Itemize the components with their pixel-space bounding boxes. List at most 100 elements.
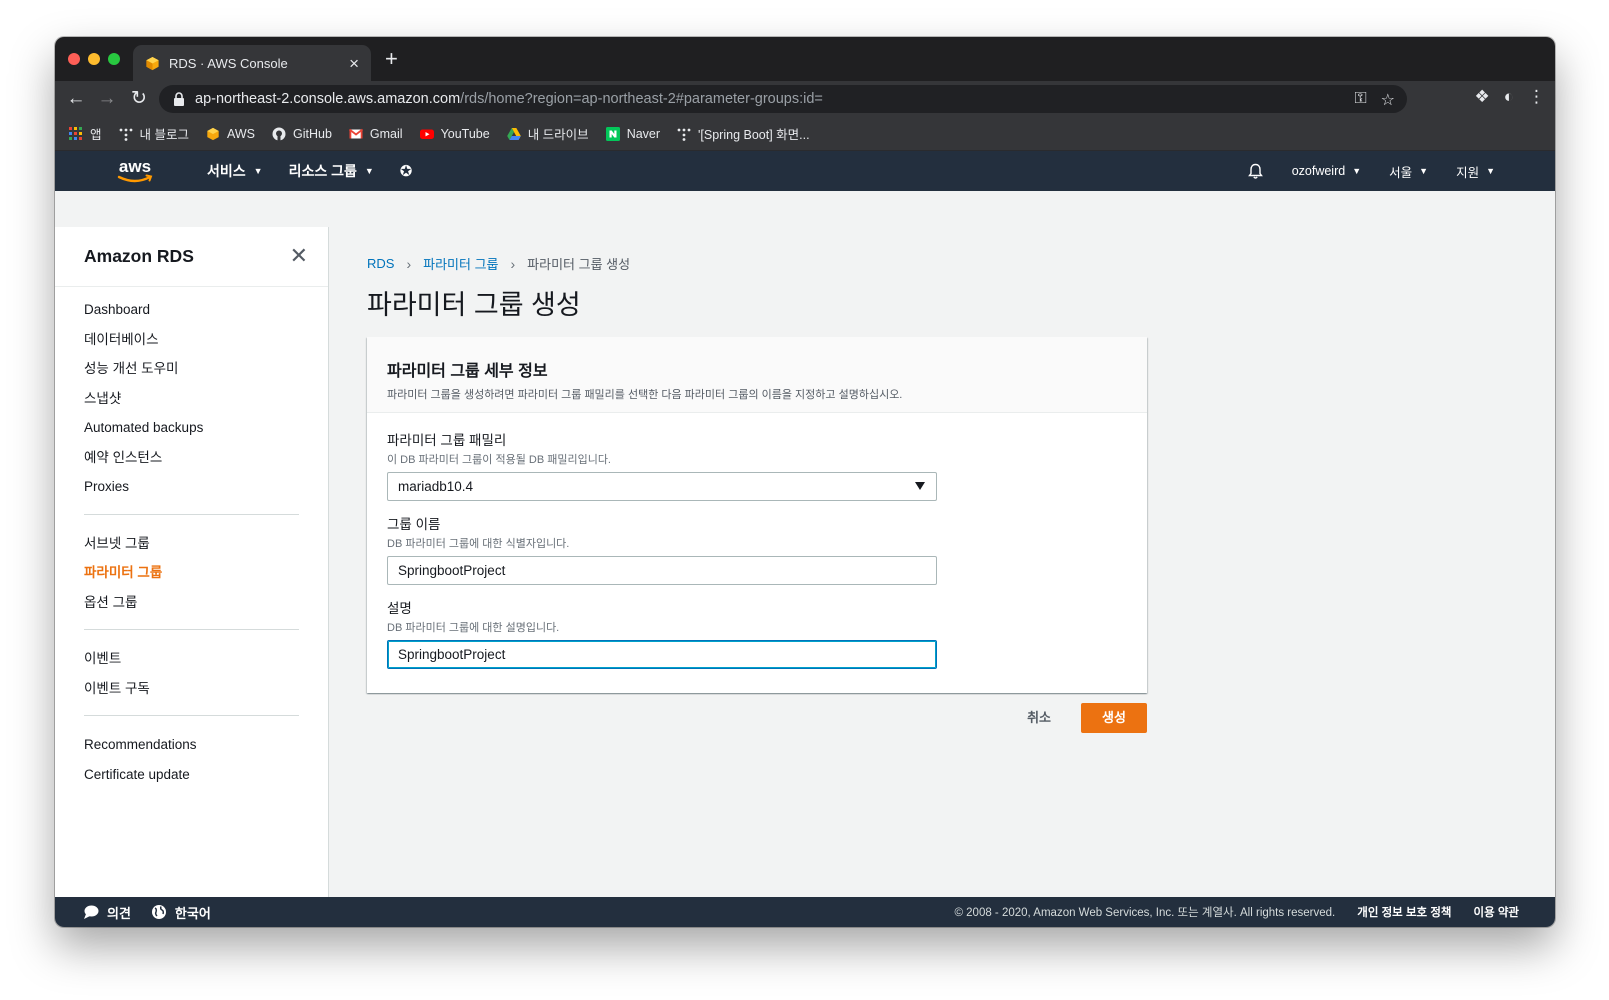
region-label: 서울 [1389,165,1413,180]
resource-groups-menu[interactable]: 리소스 그룹 ▼ [289,161,374,181]
privacy-link[interactable]: 개인 정보 보호 정책 [1357,904,1451,920]
sidebar-item-certificate-update[interactable]: Certificate update [84,760,328,790]
user-menu[interactable]: ozofweird ▼ [1292,164,1361,178]
tab-title: RDS · AWS Console [169,55,288,71]
sidebar-divider [84,513,299,515]
sidebar-item-events[interactable]: 이벤트 [84,644,328,674]
bookmark-label: GitHub [293,126,332,141]
group-name-description: DB 파라미터 그룹에 대한 식별자입니다. [387,538,570,550]
tab-close-icon[interactable]: × [349,55,359,72]
address-toolbar: ← → ↻ ap-northeast-2.console.aws.amazon.… [55,81,1555,117]
close-icon[interactable]: ✕ [290,245,308,267]
support-menu[interactable]: 지원 ▼ [1456,162,1495,181]
bookmark-label: Naver [626,126,661,141]
tab-bar: RDS · AWS Console × + [55,37,1555,81]
group-name-label: 그룹 이름 [387,517,441,532]
bookmark-spring-boot[interactable]: '[Spring Boot] 화면... [677,124,810,143]
family-selected-value: mariadb10.4 [398,479,474,494]
sidebar-section: Dashboard 데이터베이스 성능 개선 도우미 스냅샷 Automated… [55,287,328,508]
profile-avatar-icon[interactable]: ◐ [1504,87,1514,107]
bookmark-label: 앱 [90,128,102,142]
url-path: /rds/home?region=ap-northeast-2#paramete… [460,91,823,107]
family-select[interactable]: mariadb10.4 [387,472,937,501]
sidebar-item-parameter-groups[interactable]: 파라미터 그룹 [84,558,328,588]
aws-cube-icon [146,56,159,70]
breadcrumb-parameter-groups-link[interactable]: 파라미터 그룹 [423,254,498,273]
bookmark-blog[interactable]: 내 블로그 [119,124,189,143]
description-field: 설명 DB 파라미터 그룹에 대한 설명입니다. SpringbootProje… [387,597,1127,669]
url-host: ap-northeast-2.console.aws.amazon.com [195,91,461,107]
bookmark-naver[interactable]: Naver [605,126,661,141]
sidebar-item-snapshots[interactable]: 스냅샷 [84,384,328,414]
terms-link[interactable]: 이용 약관 [1473,904,1519,920]
card-title: 파라미터 그룹 세부 정보 [387,363,548,380]
aws-logo[interactable]: aws [113,156,157,186]
kebab-menu-icon[interactable]: ⋮ [1528,87,1545,107]
group-name-input[interactable]: SpringbootProject [387,556,937,585]
sidebar-item-reserved-instances[interactable]: 예약 인스턴스 [84,443,328,473]
region-menu[interactable]: 서울 ▼ [1389,162,1428,181]
bookmark-apps[interactable]: 앱 [69,124,102,143]
naver-icon [605,126,620,141]
services-label: 서비스 [207,163,246,179]
window-zoom-button[interactable] [108,53,120,65]
chevron-down-icon: ▼ [253,166,263,176]
language-selector[interactable]: 한국어 [151,903,211,922]
sidebar-divider [84,629,299,630]
bookmark-label: AWS [227,126,256,141]
group-name-field: 그룹 이름 DB 파라미터 그룹에 대한 식별자입니다. SpringbootP… [387,513,1127,585]
pin-icon[interactable]: ✪ [400,162,413,180]
browser-tab[interactable]: RDS · AWS Console × [133,45,371,81]
sidebar-item-event-subscriptions[interactable]: 이벤트 구독 [84,674,328,704]
sidebar-item-performance-insights[interactable]: 성능 개선 도우미 [84,354,328,384]
bookmark-star-icon[interactable]: ☆ [1381,90,1395,110]
group-name-value: SpringbootProject [398,563,506,578]
github-icon [272,127,286,141]
bell-icon[interactable] [1247,163,1264,180]
bookmark-label: YouTube [440,126,490,141]
sidebar-section: Recommendations Certificate update [55,722,328,795]
bookmark-drive[interactable]: 내 드라이브 [506,124,589,143]
bookmark-aws[interactable]: AWS [206,127,255,141]
reload-icon[interactable]: ↻ [127,87,151,111]
gmail-icon [348,128,363,138]
sidebar-item-proxies[interactable]: Proxies [84,472,328,502]
sidebar-item-option-groups[interactable]: 옵션 그룹 [84,588,328,618]
sidebar-item-recommendations[interactable]: Recommendations [84,730,328,760]
aws-top-nav: aws 서비스 ▼ 리소스 그룹 ▼ ✪ ozofweird ▼ 서울 ▼ 지원… [55,151,1555,191]
services-menu[interactable]: 서비스 ▼ [207,161,263,181]
puzzle-extension-icon[interactable]: ❖ [1474,87,1489,107]
back-arrow-icon[interactable]: ← [64,87,88,111]
bookmark-youtube[interactable]: YouTube [419,126,490,141]
aws-cube-icon [207,127,219,140]
window-close-button[interactable] [68,53,80,65]
forward-arrow-icon[interactable]: → [95,87,119,111]
sidebar-item-dashboard[interactable]: Dashboard [84,295,328,325]
bookmark-github[interactable]: GitHub [272,127,332,141]
sidebar-section: 서브넷 그룹 파라미터 그룹 옵션 그룹 [55,521,328,624]
feedback-button[interactable]: 의견 [83,903,131,922]
window-minimize-button[interactable] [88,53,100,65]
cancel-button[interactable]: 취소 [1013,703,1065,733]
copyright-text: © 2008 - 2020, Amazon Web Services, Inc.… [954,907,1336,919]
sidebar-section: 이벤트 이벤트 구독 [55,636,328,709]
description-input[interactable]: SpringbootProject [387,640,937,669]
sidebar-item-databases[interactable]: 데이터베이스 [84,325,328,355]
key-icon[interactable]: ⚿ [1354,90,1366,110]
description-value: SpringbootProject [398,647,506,662]
breadcrumb-current: 파라미터 그룹 생성 [527,257,631,272]
sidebar-item-subnet-groups[interactable]: 서브넷 그룹 [84,529,328,559]
family-label: 파라미터 그룹 패밀리 [387,433,507,448]
breadcrumb-rds-link[interactable]: RDS [367,256,394,271]
url-bar[interactable]: ap-northeast-2.console.aws.amazon.com/rd… [159,85,1407,113]
aws-main-menu: 서비스 ▼ 리소스 그룹 ▼ ✪ [207,151,412,191]
sidebar-header: Amazon RDS ✕ [55,227,328,287]
bookmark-gmail[interactable]: Gmail [348,127,403,141]
family-description: 이 DB 파라미터 그룹이 적용될 DB 패밀리입니다. [387,454,611,466]
create-button[interactable]: 생성 [1081,703,1147,733]
family-field: 파라미터 그룹 패밀리 이 DB 파라미터 그룹이 적용될 DB 패밀리입니다.… [387,429,1127,501]
sidebar-item-automated-backups[interactable]: Automated backups [84,413,328,443]
tistory-icon [119,128,132,141]
new-tab-button[interactable]: + [385,46,398,72]
extension-icons: ❖ ◐ ⋮ [1474,87,1545,107]
